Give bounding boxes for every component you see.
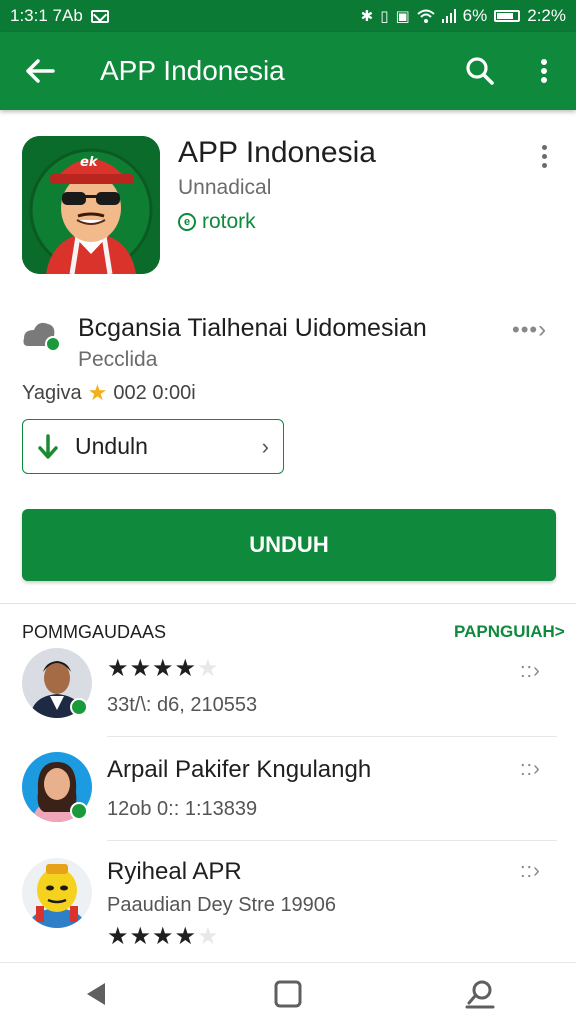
review-meta: Paaudian Dey Stre 19906 [107,894,337,916]
nav-recents-button[interactable] [384,963,576,1024]
more-vert-dot [541,162,547,168]
back-button[interactable] [0,32,80,110]
nav-back-icon [87,982,105,1005]
overflow-menu-button[interactable] [512,32,576,110]
avatar [22,858,92,928]
search-button[interactable] [448,32,512,110]
review-more-chevron[interactable]: ::› [520,758,541,781]
developer-name[interactable]: Unnadical [178,176,271,200]
review-more-chevron[interactable]: ::› [520,660,541,683]
system-nav-bar [0,962,576,1024]
app-name: APP Indonesia [178,136,376,169]
review-separator [107,840,557,841]
wifi-icon [417,9,435,23]
review-meta: 33t/\: d6, 210553 [107,694,258,716]
install-button[interactable]: UNDUH [22,509,556,581]
online-badge [70,698,88,716]
reviews-see-all-link[interactable]: PAPNGUIAH> [454,622,565,642]
bluetooth-icon: ✱ [360,7,374,25]
signal-icon [441,9,456,23]
reviewer-name: Arpail Pakifer Kngulangh [107,756,372,783]
divider [0,603,576,604]
battery-icon [494,10,521,22]
nav-recents-icon [465,980,495,1008]
search-icon [466,57,494,85]
app-logo-character-icon: ek [22,136,160,274]
download-outline-button[interactable]: Unduln › [22,419,284,474]
rating-label: Yagiva [22,381,82,404]
chevron-right-icon: › [261,433,269,459]
battery-percent: 2:2% [527,6,566,25]
review-meta: 12ob 0:: 1:13839 [107,798,258,820]
app-more-button[interactable] [530,138,558,174]
review-more-chevron[interactable]: ::› [520,860,541,883]
reviewer-name: Ryiheal APR [107,858,242,885]
app-bar: APP Indonesia [0,32,576,110]
nav-back-button[interactable] [0,963,192,1024]
review-stars: ★★★★★ [107,655,220,682]
nfc-icon: ▣ [395,7,410,25]
signal-percent: 6% [462,6,488,25]
status-bar: 1:3:1 7Ab ✱ ▯ ▣ 6% 2:2% [0,0,576,32]
badge-check-icon: e [178,213,196,231]
download-outline-label: Unduln [75,433,148,459]
star-icon: ★ [87,380,108,405]
cloud-sync-icon [23,322,61,352]
more-vert-icon [541,59,547,83]
svg-text:ek: ek [80,155,99,170]
info-more-chevron[interactable]: •••› [512,316,547,344]
badge-label: rotork [202,210,256,233]
nav-home-button[interactable] [192,963,384,1024]
cartoon-avatar-icon [22,858,92,928]
info-title[interactable]: Bcgansia Tialhenai Uidomesian [78,314,427,343]
more-vert-dot [541,153,547,159]
rating-row: Yagiva ★ 002 0:00i [22,380,196,406]
app-icon: ek [22,136,160,274]
mail-icon [90,9,109,23]
online-badge [70,802,88,820]
editors-badge: e rotork [178,210,256,234]
reviews-section-title: POMMGAUDAAS [22,622,167,642]
info-subtitle: Pecclida [78,348,158,371]
review-separator [107,736,557,737]
vibrate-icon: ▯ [380,7,389,25]
download-arrow-icon [38,433,58,459]
more-vert-icon [541,144,547,150]
page-title: APP Indonesia [100,55,285,86]
nav-home-icon [274,980,302,1007]
rating-value: 002 0:00i [113,381,196,404]
review-stars: ★★★★★ [107,923,220,950]
status-time: 1:3:1 7Ab [10,6,83,25]
back-arrow-icon [26,59,55,83]
